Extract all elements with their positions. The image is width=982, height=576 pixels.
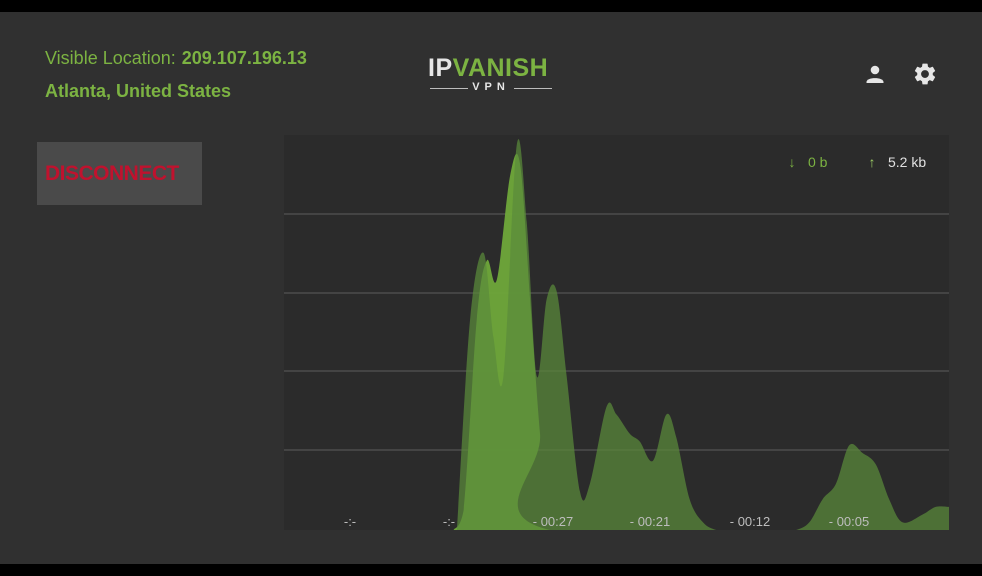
disconnect-button[interactable]: DISCONNECT bbox=[37, 142, 202, 205]
visible-location-label: Visible Location: bbox=[45, 48, 176, 68]
legend-upload: ↑ 5.2 kb bbox=[864, 154, 927, 170]
app-screen: Visible Location: 209.107.196.13 Atlanta,… bbox=[0, 12, 982, 564]
logo-vpn-text: VPN bbox=[472, 81, 510, 93]
location-city: Atlanta, United States bbox=[45, 81, 232, 101]
top-bar bbox=[0, 0, 982, 12]
download-value: 0 b bbox=[808, 154, 828, 170]
traffic-chart: -:- -:- - 00:27- 00:21- 00:12- 00:05 ↓ 0 b … bbox=[284, 135, 949, 530]
x-tick-label: - 00:12 bbox=[730, 514, 770, 529]
ip-address: 209.107.196.13 bbox=[181, 48, 307, 68]
bottom-bar bbox=[0, 564, 982, 576]
traffic-chart-svg: -:- -:- - 00:27 - 00:21 - 00:12 - 00:05 bbox=[284, 139, 949, 530]
x-tick-label: - 00:21 bbox=[630, 514, 670, 529]
logo-ip-text: IP bbox=[428, 54, 453, 82]
user-icon[interactable] bbox=[863, 62, 887, 86]
gear-icon[interactable] bbox=[912, 61, 938, 87]
upload-value: 5.2 kb bbox=[888, 154, 927, 170]
x-tick-label: -:- bbox=[443, 514, 455, 529]
ipvanish-logo: IPVANISH VPN bbox=[428, 54, 554, 94]
legend-download: ↓ 0 b bbox=[784, 154, 828, 170]
arrow-down-icon: ↓ bbox=[788, 154, 796, 170]
disconnect-label: DISCONNECT bbox=[45, 162, 179, 185]
x-tick-label: - 00:27 bbox=[533, 514, 573, 529]
logo-vanish-text: VANISH bbox=[452, 54, 549, 82]
arrow-up-icon: ↑ bbox=[868, 154, 876, 170]
visible-location: Visible Location: 209.107.196.13 bbox=[45, 48, 307, 69]
upload-area bbox=[456, 139, 949, 530]
x-tick-label: - 00:05 bbox=[829, 514, 869, 529]
x-tick-label: -:- bbox=[344, 514, 356, 529]
